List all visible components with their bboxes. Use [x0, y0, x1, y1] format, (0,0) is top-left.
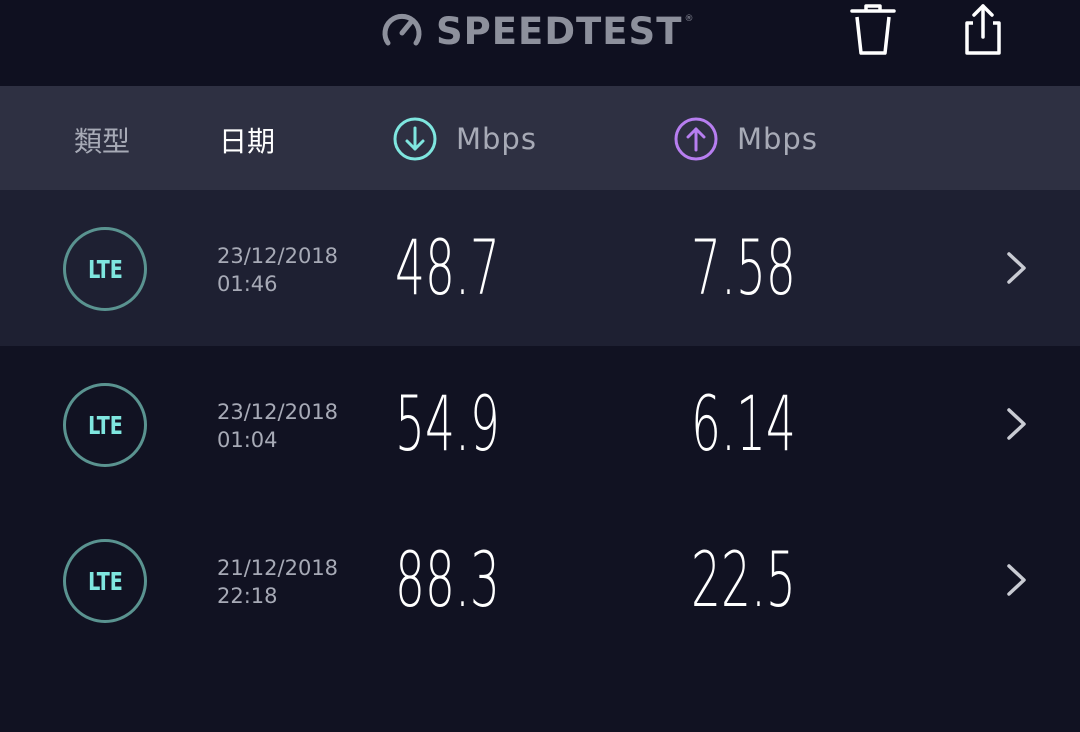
upload-speed: 6.14	[691, 379, 796, 468]
speedtest-history-screen: SPEEDTEST ® 類型 日期 Mbps Mbps LTE 23/12/20…	[0, 0, 1080, 732]
download-unit-label: Mbps	[456, 122, 537, 156]
result-datetime: 23/12/2018 01:46	[217, 242, 338, 298]
result-time: 01:04	[217, 428, 278, 452]
sort-by-date[interactable]: 日期	[219, 120, 275, 160]
connection-type-badge: LTE	[63, 539, 147, 623]
speedtest-logo: SPEEDTEST ®	[378, 6, 693, 56]
result-datetime: 23/12/2018 01:04	[217, 398, 338, 454]
sort-by-type[interactable]: 類型	[74, 120, 130, 160]
share-icon	[965, 4, 1001, 55]
result-row[interactable]: LTE 21/12/2018 22:18 88.3 22.5	[0, 502, 1080, 658]
upload-speed: 22.5	[691, 535, 796, 624]
connection-type-label: LTE	[87, 410, 123, 440]
download-speed: 54.9	[395, 379, 500, 468]
result-time: 22:18	[217, 584, 278, 608]
result-date: 21/12/2018	[217, 556, 339, 580]
download-speed: 48.7	[395, 223, 500, 312]
delete-button[interactable]	[843, 0, 903, 60]
sort-by-upload[interactable]: Mbps	[673, 116, 818, 162]
result-time: 01:46	[217, 272, 278, 296]
download-speed: 88.3	[395, 535, 500, 624]
connection-type-label: LTE	[87, 254, 123, 284]
result-row[interactable]: LTE 23/12/2018 01:46 48.7 7.58	[0, 190, 1080, 346]
download-arrow-icon	[393, 117, 437, 161]
upload-unit-label: Mbps	[737, 122, 818, 156]
sort-by-download[interactable]: Mbps	[392, 116, 537, 162]
trash-icon	[850, 4, 896, 55]
connection-type-badge: LTE	[63, 383, 147, 467]
chevron-right-icon	[1007, 564, 1026, 596]
speedometer-icon	[382, 13, 422, 46]
upload-arrow-icon	[674, 117, 718, 161]
result-datetime: 21/12/2018 22:18	[217, 554, 338, 610]
top-bar: SPEEDTEST ®	[0, 0, 1080, 86]
result-date: 23/12/2018	[217, 244, 339, 268]
result-row[interactable]: LTE 23/12/2018 01:04 54.9 6.14	[0, 346, 1080, 502]
connection-type-label: LTE	[87, 566, 123, 596]
column-header: 類型 日期 Mbps Mbps	[0, 86, 1080, 190]
logo-text: SPEEDTEST	[436, 9, 683, 53]
chevron-right-icon	[1007, 408, 1026, 440]
logo-registered-mark: ®	[684, 14, 694, 24]
share-button[interactable]	[953, 0, 1013, 60]
upload-speed: 7.58	[691, 223, 796, 312]
result-date: 23/12/2018	[217, 400, 339, 424]
connection-type-badge: LTE	[63, 227, 147, 311]
chevron-right-icon	[1007, 252, 1026, 284]
